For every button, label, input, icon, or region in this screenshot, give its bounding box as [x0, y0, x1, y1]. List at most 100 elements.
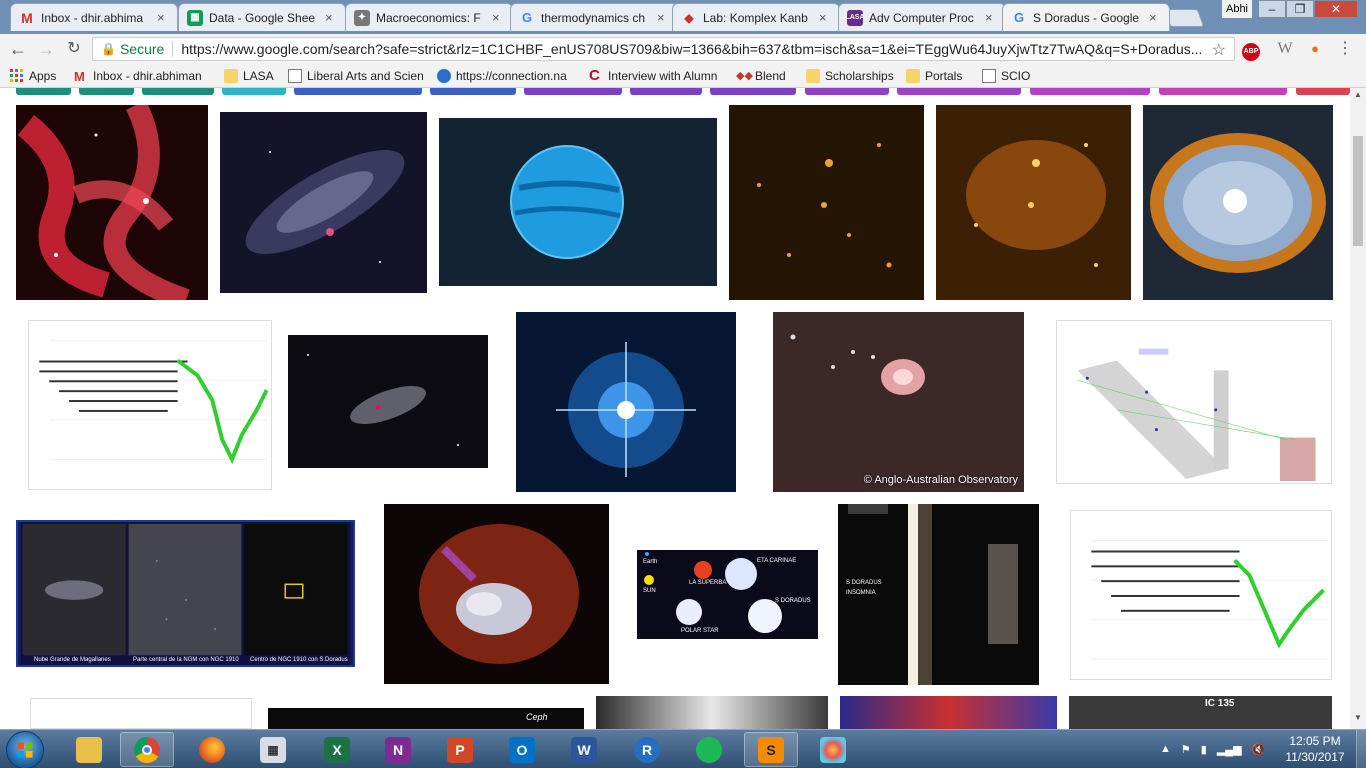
- bookmark-lasa[interactable]: LASA: [224, 67, 274, 85]
- action-center-flag-icon[interactable]: ⚑: [1181, 743, 1191, 756]
- result-cepheid[interactable]: Ceph: [268, 708, 584, 729]
- result-light-curve-1[interactable]: [28, 320, 272, 490]
- related-chip[interactable]: [222, 88, 286, 95]
- related-chip[interactable]: [16, 88, 71, 95]
- volume-icon[interactable]: 🔇: [1252, 743, 1266, 756]
- result-lmc-wide[interactable]: [220, 112, 427, 293]
- taskbar-sublime[interactable]: S: [744, 732, 798, 767]
- scroll-up-icon[interactable]: ▲: [1350, 90, 1366, 104]
- related-chip[interactable]: [1159, 88, 1287, 95]
- tab-adv-computer[interactable]: LASA Adv Computer Proc ×: [838, 3, 1006, 31]
- bookmark-scio[interactable]: SCIO: [982, 67, 1030, 85]
- close-icon[interactable]: ×: [157, 10, 169, 25]
- close-icon[interactable]: ×: [1149, 10, 1161, 25]
- taskbar-word[interactable]: W: [557, 732, 611, 767]
- related-chip[interactable]: [142, 88, 214, 95]
- apps-grid-icon: [10, 69, 24, 83]
- tab-lab-kanban[interactable]: ◆ Lab: Komplex Kanb ×: [672, 3, 840, 31]
- close-icon[interactable]: ×: [492, 10, 504, 25]
- bookmark-portals[interactable]: Portals: [906, 67, 962, 85]
- bookmark-interview[interactable]: C Interview with Alumn: [589, 67, 725, 85]
- show-hidden-icons-icon[interactable]: ▲: [1160, 743, 1171, 755]
- maximize-button[interactable]: ❐: [1286, 0, 1314, 18]
- taskbar-onenote[interactable]: N: [371, 732, 425, 767]
- taskbar-calculator[interactable]: ▦: [246, 732, 300, 767]
- adblock-icon[interactable]: ABP: [1242, 40, 1260, 61]
- result-ngc1910-triptych[interactable]: Nube Grande de Magallanes Parte central …: [16, 520, 355, 667]
- taskbar-r[interactable]: R: [620, 732, 674, 767]
- wikipedia-icon[interactable]: W: [1276, 40, 1294, 58]
- bookmark-label: Liberal Arts and Scien: [307, 69, 424, 83]
- show-desktop-button[interactable]: [1356, 730, 1366, 768]
- close-icon[interactable]: ×: [325, 10, 337, 25]
- bookmark-inbox[interactable]: M Inbox - dhir.abhiman: [74, 67, 214, 85]
- taskbar-explorer[interactable]: [62, 732, 116, 767]
- bookmark-apps[interactable]: Apps: [10, 67, 56, 85]
- bookmark-blend[interactable]: ◆◆ Blend: [736, 67, 786, 85]
- bookmark-connection[interactable]: https://connection.na: [437, 67, 575, 85]
- bookmark-scholarships[interactable]: Scholarships: [806, 67, 894, 85]
- related-chip[interactable]: [630, 88, 702, 95]
- tab-data-sheets[interactable]: ▦ Data - Google Shee ×: [178, 3, 346, 31]
- related-chip[interactable]: [430, 88, 516, 95]
- result-blue-star[interactable]: [516, 312, 736, 492]
- result-ic-135[interactable]: IC 135: [1069, 696, 1332, 729]
- start-button[interactable]: [6, 731, 44, 768]
- related-chip[interactable]: [710, 88, 796, 95]
- close-icon[interactable]: ×: [819, 10, 831, 25]
- related-chip[interactable]: [79, 88, 134, 95]
- result-orange-nebula[interactable]: [936, 105, 1131, 300]
- menu-icon[interactable]: ⋮: [1336, 40, 1354, 58]
- taskbar-firefox[interactable]: [185, 732, 239, 767]
- wifi-signal-icon[interactable]: ▂▄▆: [1217, 743, 1242, 756]
- related-chip[interactable]: [524, 88, 622, 95]
- result-nebula-colorful[interactable]: [840, 696, 1057, 729]
- bookmark-liberal-arts[interactable]: Liberal Arts and Scien: [288, 67, 426, 85]
- related-chip[interactable]: [897, 88, 1021, 95]
- page-scrollbar[interactable]: ▲ ▼: [1350, 88, 1366, 729]
- related-chip[interactable]: [1030, 88, 1150, 95]
- result-star-size-comparison[interactable]: Earth SUN LA SUPERBA ETA CARINAE POLAR S…: [637, 550, 818, 639]
- tab-macroeconomics[interactable]: ✦ Macroeconomics: F ×: [345, 3, 513, 31]
- reload-icon[interactable]: ↻: [64, 39, 84, 59]
- tab-s-doradus[interactable]: G S Doradus - Google ×: [1002, 3, 1170, 31]
- windows-logo-icon: [17, 742, 33, 758]
- forward-arrow-icon[interactable]: →: [36, 39, 56, 59]
- result-orange-starfield[interactable]: [729, 105, 924, 300]
- result-bright-star[interactable]: [596, 696, 828, 729]
- result-light-curve-2[interactable]: [1070, 510, 1332, 680]
- close-icon[interactable]: ×: [657, 10, 669, 25]
- system-clock[interactable]: 12:05 PM 11/30/2017: [1282, 733, 1348, 765]
- back-arrow-icon[interactable]: ←: [8, 39, 28, 59]
- scroll-down-icon[interactable]: ▼: [1350, 713, 1366, 727]
- related-chip[interactable]: [294, 88, 422, 95]
- result-lmc-small[interactable]: [288, 335, 488, 468]
- profile-button[interactable]: Abhi: [1222, 0, 1252, 18]
- taskbar-outlook[interactable]: O: [495, 732, 549, 767]
- bookmark-star-icon[interactable]: ☆: [1212, 40, 1226, 60]
- result-nebula-aao[interactable]: © Anglo-Australian Observatory: [773, 312, 1024, 492]
- related-chip[interactable]: [1296, 88, 1350, 95]
- taskbar-powerpoint[interactable]: P: [433, 732, 487, 767]
- taskbar-spotify[interactable]: [682, 732, 736, 767]
- result-eta-carinae[interactable]: [384, 504, 609, 684]
- result-hr-diagram[interactable]: [1056, 320, 1332, 484]
- battery-icon[interactable]: ▮: [1201, 743, 1207, 756]
- close-icon[interactable]: ×: [985, 10, 997, 25]
- result-s-doradus-insomnia[interactable]: S DORADUS INSOMNIA: [838, 504, 1039, 685]
- taskbar-chrome[interactable]: [120, 732, 174, 767]
- related-chip[interactable]: [805, 88, 889, 95]
- address-bar[interactable]: 🔒 Secure https://www.google.com/search?s…: [92, 37, 1235, 61]
- tab-thermodynamics[interactable]: G thermodynamics ch ×: [510, 3, 678, 31]
- extension-icon[interactable]: ●: [1306, 40, 1324, 58]
- result-light-curve-3[interactable]: [30, 698, 252, 729]
- result-blue-planet[interactable]: [439, 118, 717, 286]
- taskbar-excel[interactable]: X: [310, 732, 364, 767]
- tab-inbox[interactable]: M Inbox - dhir.abhima ×: [10, 3, 178, 31]
- result-eye-nebula[interactable]: [1143, 105, 1333, 300]
- result-red-nebula[interactable]: [16, 105, 208, 300]
- scrollbar-thumb[interactable]: [1353, 136, 1363, 246]
- minimize-button[interactable]: –: [1258, 0, 1286, 18]
- close-window-button[interactable]: ✕: [1314, 0, 1358, 18]
- taskbar-paint[interactable]: [806, 732, 860, 767]
